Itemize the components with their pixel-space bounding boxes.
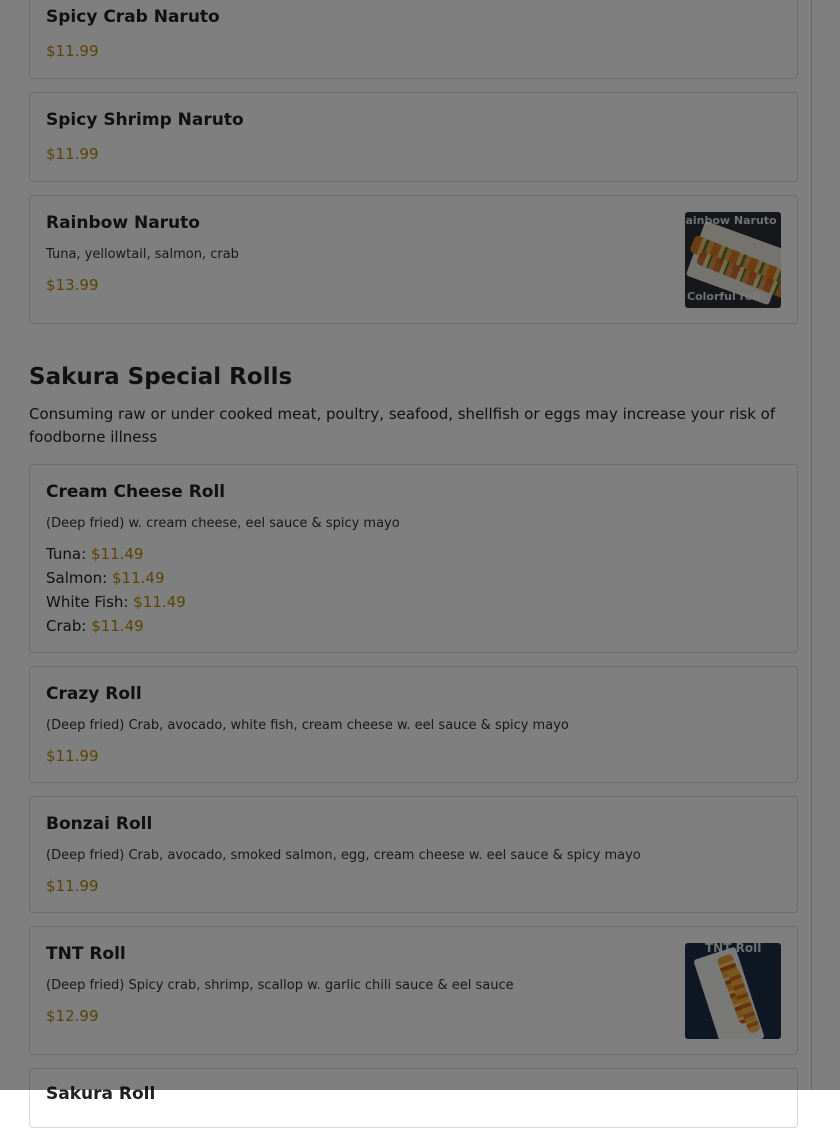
menu-page: Spicy Crab Naruto $11.99 Spicy Shrimp Na… (0, 0, 840, 1128)
modal-backdrop-overlay[interactable] (0, 0, 840, 1090)
